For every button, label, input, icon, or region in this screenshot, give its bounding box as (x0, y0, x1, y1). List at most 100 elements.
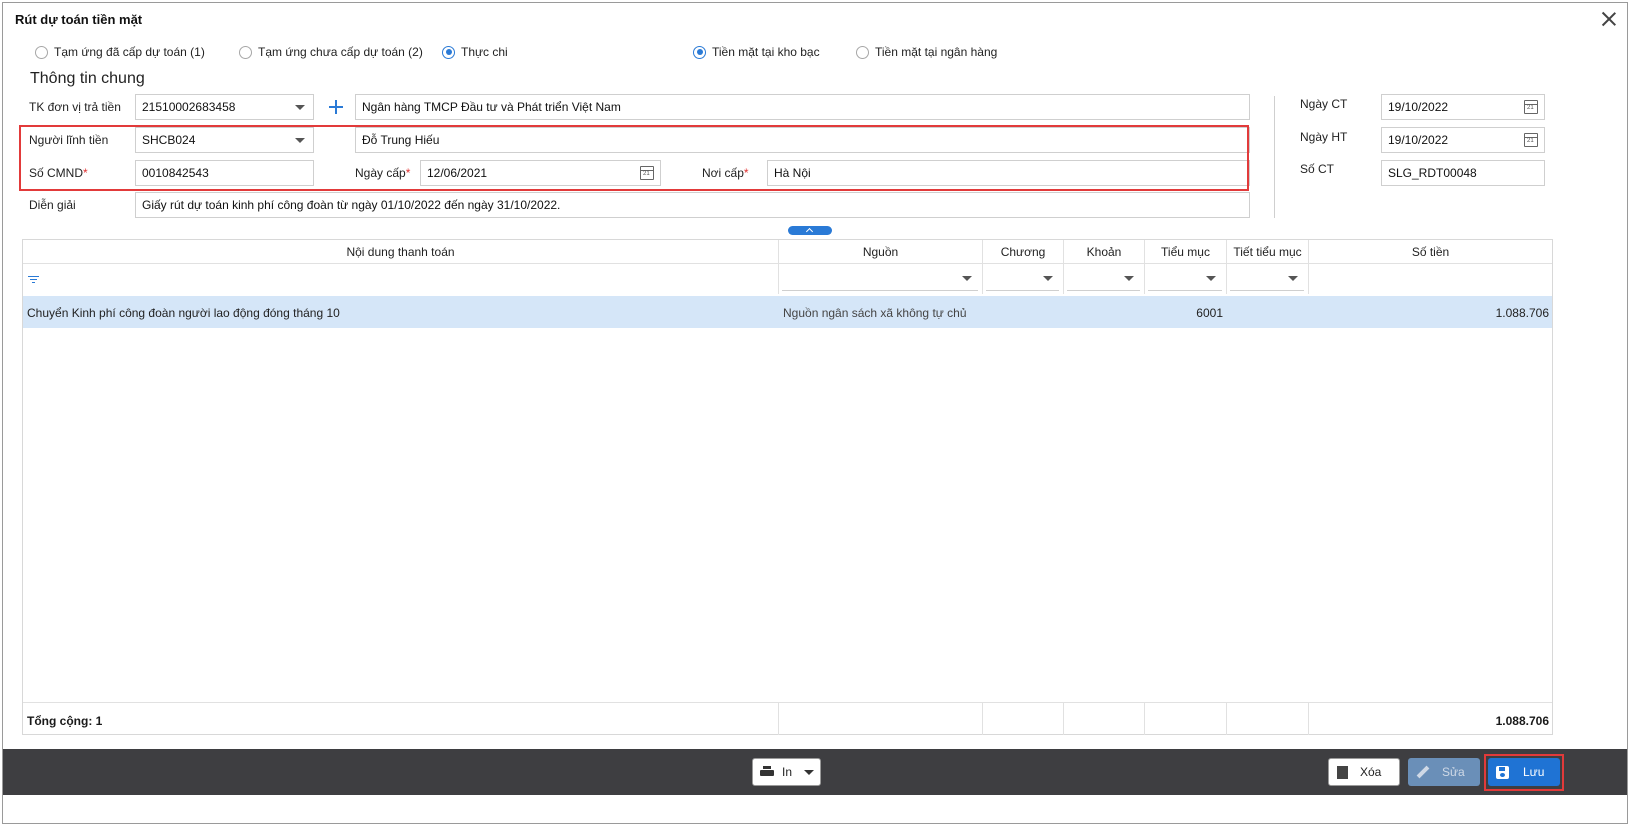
close-icon[interactable] (1599, 9, 1619, 29)
delete-button[interactable]: Xóa (1328, 758, 1400, 786)
radio-tam-ung-da-cap[interactable]: Tạm ứng đã cấp dự toán (1) (35, 45, 205, 59)
filter-cell-source (779, 264, 983, 294)
radio-label: Tạm ứng chưa cấp dự toán (2) (258, 45, 423, 59)
filter-cell-content (23, 264, 779, 294)
id-number-label: Số CMND* (29, 166, 88, 180)
date-ct-label: Ngày CT (1300, 97, 1348, 111)
issue-place-label: Nơi cấp* (702, 166, 749, 180)
bank-name-field[interactable]: Ngân hàng TMCP Đầu tư và Phát triển Việt… (355, 94, 1250, 120)
column-header-content[interactable]: Nội dung thanh toán (23, 240, 779, 264)
required-marker: * (743, 166, 749, 180)
filter-select-chapter[interactable] (986, 267, 1059, 291)
receiver-select[interactable]: SHCB024 (135, 127, 314, 153)
issue-date-label-text: Ngày cấp (355, 166, 406, 180)
filter-select-item[interactable] (1067, 267, 1140, 291)
row-sub-item: 6001 (1196, 306, 1223, 320)
voucher-number-value: SLG_RDT00048 (1388, 166, 1477, 180)
id-number-field[interactable]: 0010842543 (135, 160, 314, 186)
date-ct-field[interactable]: 19/10/2022 (1381, 94, 1545, 120)
chevron-down-icon (1043, 276, 1053, 281)
collapse-toggle-button[interactable] (788, 226, 832, 235)
chevron-down-icon (804, 769, 815, 775)
filter-cell-chapter (983, 264, 1064, 294)
description-label: Diễn giải (29, 198, 76, 212)
footer-cell (779, 702, 983, 735)
chevron-down-icon (1206, 276, 1216, 281)
radio-tien-mat-kho-bac[interactable]: Tiền mặt tại kho bạc (693, 45, 820, 59)
footer-cell (983, 702, 1064, 735)
issue-date-value: 12/06/2021 (427, 166, 488, 180)
column-header-amount[interactable]: Số tiền (1309, 240, 1552, 264)
row-source: Nguồn ngân sách xã không tự chủ (783, 306, 967, 320)
id-number-value: 0010842543 (142, 166, 209, 180)
dialog-title: Rút dự toán tiền mặt (15, 12, 143, 27)
trash-icon (1337, 765, 1348, 779)
column-header-sub-item[interactable]: Tiểu mục (1145, 240, 1227, 264)
issue-place-field[interactable]: Hà Nội (767, 160, 1250, 186)
total-amount: 1.088.706 (1495, 714, 1549, 728)
filter-cell-sub-item (1145, 264, 1227, 294)
radio-tam-ung-chua-cap[interactable]: Tạm ứng chưa cấp dự toán (2) (239, 45, 423, 59)
radio-thuc-chi[interactable]: Thực chi (442, 45, 508, 59)
filter-select-detail-sub-item[interactable] (1230, 267, 1304, 291)
column-header-item[interactable]: Khoản (1064, 240, 1145, 264)
save-button[interactable]: Lưu (1488, 758, 1560, 786)
calendar-icon[interactable] (640, 166, 654, 180)
column-header-source[interactable]: Nguồn (779, 240, 983, 264)
radio-tien-mat-ngan-hang[interactable]: Tiền mặt tại ngân hàng (856, 45, 997, 59)
chevron-down-icon (295, 138, 305, 143)
date-ht-value: 19/10/2022 (1388, 133, 1449, 147)
issue-place-label-text: Nơi cấp (702, 166, 744, 180)
row-content: Chuyển Kinh phí công đoàn người lao động… (27, 306, 340, 320)
footer-cell (1227, 702, 1309, 735)
row-amount: 1.088.706 (1495, 306, 1549, 320)
issue-date-field[interactable]: 12/06/2021 (420, 160, 661, 186)
account-label: TK đơn vị trả tiền (29, 100, 121, 114)
chevron-down-icon (1288, 276, 1298, 281)
receiver-label: Người lĩnh tiền (29, 133, 109, 147)
radio-circle-icon (856, 45, 869, 59)
chevron-down-icon (1124, 276, 1134, 281)
voucher-number-label: Số CT (1300, 162, 1335, 176)
filter-icon[interactable] (28, 276, 39, 284)
voucher-number-field[interactable]: SLG_RDT00048 (1381, 160, 1545, 186)
filter-select-sub-item[interactable] (1148, 267, 1222, 291)
print-button[interactable]: In (752, 758, 821, 786)
radio-label: Tạm ứng đã cấp dự toán (1) (54, 45, 205, 59)
total-label: Tổng cộng: 1 (27, 714, 103, 728)
printer-icon (760, 766, 774, 778)
chevron-down-icon (962, 276, 972, 281)
calendar-icon[interactable] (1524, 100, 1538, 114)
print-label: In (782, 765, 793, 779)
delete-label: Xóa (1360, 765, 1382, 779)
chevron-down-icon (295, 105, 305, 110)
date-ht-field[interactable]: 19/10/2022 (1381, 127, 1545, 153)
edit-label: Sửa (1442, 765, 1465, 779)
radio-circle-icon (239, 45, 252, 59)
payment-grid: Nội dung thanh toán Nguồn Chương Khoản T… (22, 239, 1553, 735)
radio-circle-icon (35, 45, 48, 59)
footer-cell (23, 702, 779, 735)
filter-cell-item (1064, 264, 1145, 294)
vertical-divider (1274, 96, 1275, 218)
required-marker: * (405, 166, 411, 180)
calendar-icon[interactable] (1524, 133, 1538, 147)
column-header-chapter[interactable]: Chương (983, 240, 1064, 264)
footer-toolbar: In Xóa Sửa Lưu (3, 749, 1627, 795)
add-account-icon[interactable] (327, 98, 345, 116)
footer-cell (1145, 702, 1227, 735)
save-label: Lưu (1523, 765, 1545, 779)
table-row[interactable]: Chuyển Kinh phí công đoàn người lao động… (23, 296, 1552, 328)
filter-select-source[interactable] (782, 267, 978, 291)
floppy-disk-icon (1496, 765, 1509, 779)
radio-label: Thực chi (461, 45, 508, 59)
receiver-name: Đỗ Trung Hiếu (362, 133, 440, 147)
receiver-name-field[interactable]: Đỗ Trung Hiếu (355, 127, 1250, 153)
description-field[interactable]: Giấy rút dự toán kinh phí công đoàn từ n… (135, 192, 1250, 218)
account-select[interactable]: 21510002683458 (135, 94, 314, 120)
issue-date-label: Ngày cấp* (355, 166, 410, 180)
edit-button[interactable]: Sửa (1408, 758, 1480, 786)
rut-du-toan-dialog: Rút dự toán tiền mặt Tạm ứng đã cấp dự t… (2, 2, 1628, 824)
date-ct-value: 19/10/2022 (1388, 100, 1449, 114)
column-header-detail-sub-item[interactable]: Tiết tiểu mục (1227, 240, 1309, 264)
